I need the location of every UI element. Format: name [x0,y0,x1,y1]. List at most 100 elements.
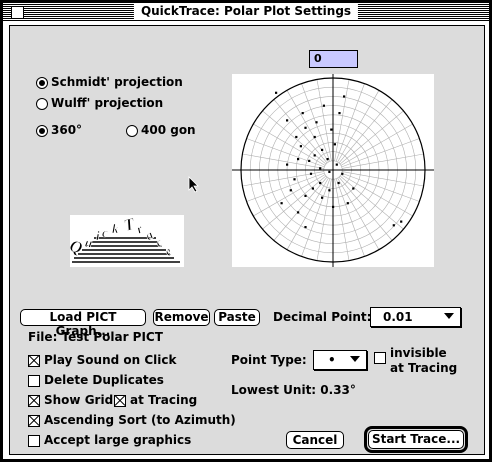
plot-point [286,119,289,122]
decimal-point-label: Decimal Point: [273,310,372,324]
radio-selected-icon [36,124,48,137]
point-type-popup[interactable]: • [313,350,367,370]
schmidt-projection-radio[interactable]: Schmidt' projection [36,75,183,89]
checkbox-unchecked-icon [28,374,40,387]
plot-point [304,194,307,197]
start-trace-button[interactable]: Start Trace... [368,430,464,449]
svg-text:u: u [84,235,94,251]
start-trace-default-ring[interactable]: Start Trace... [364,426,468,453]
paste-button[interactable]: Paste [214,309,260,326]
close-box[interactable] [11,6,24,19]
plot-point [392,224,395,227]
quicktrace-logo-graphic: Q u i c k T r a c e [67,214,180,263]
wulff-projection-radio[interactable]: Wulff' projection [36,96,163,110]
plot-point [335,163,338,166]
play-sound-checkbox[interactable]: Play Sound on Click [28,353,176,367]
title-bar[interactable]: QuickTrace: Polar Plot Settings [3,3,489,21]
dialog-window: QuickTrace: Polar Plot Settings Schmidt'… [2,2,490,460]
grid-radial-line [334,179,350,261]
plot-point [297,211,300,214]
checkbox-unchecked-icon [28,434,40,447]
plot-point [328,189,331,192]
plot-point [400,220,403,223]
plot-point [313,154,316,157]
polar-plot [232,74,434,267]
plot-point [309,172,313,175]
point-type-value: • [328,353,336,367]
rotation-value-field[interactable]: 0 [309,50,358,68]
plot-point [338,112,341,115]
remove-button[interactable]: Remove [153,309,210,326]
plot-point [321,196,324,199]
cancel-button[interactable]: Cancel [286,431,344,449]
lowest-unit-label: Lowest Unit: 0.33° [231,383,356,397]
show-grid-checkbox[interactable]: Show Grid [28,393,113,407]
window-title: QuickTrace: Polar Plot Settings [133,3,359,20]
plot-point [326,158,329,161]
plot-point [297,158,300,161]
invisible-label-line1: invisible [390,346,447,360]
grid-radial-line [316,79,332,161]
grid-radial-line [342,153,424,169]
radio-selected-icon [36,76,48,89]
checkbox-checked-icon [28,354,40,367]
plot-point [333,143,336,146]
plot-point [313,135,316,139]
deg-360-radio[interactable]: 360° [36,123,82,137]
checkbox-checked-icon [114,394,126,407]
plot-point [289,189,292,192]
dropdown-arrow-icon [350,356,360,362]
plot-point [295,135,298,139]
plot-point [308,159,311,162]
plot-point [280,202,283,205]
plot-point [330,128,333,131]
grid-radial-line [342,171,424,187]
plot-point [286,163,289,166]
decimal-point-value: 0.01 [383,310,413,324]
plot-point [319,181,322,185]
plot-point [319,167,322,170]
checkbox-checked-icon [28,394,40,407]
accept-large-graphics-checkbox[interactable]: Accept large graphics [28,433,191,447]
ascending-sort-checkbox[interactable]: Ascending Sort (to Azimuth) [28,413,236,427]
plot-point [341,172,344,175]
grid-at-tracing-checkbox[interactable]: at Tracing [114,393,197,407]
radio-unselected-icon [126,124,138,137]
gon-400-radio[interactable]: 400 gon [126,123,196,137]
svg-text:k: k [112,221,119,236]
arrow-cursor-icon [188,176,199,193]
plot-point [346,202,349,205]
plot-point [304,226,307,229]
plot-point [301,112,304,115]
grid-radial-line [334,79,350,161]
delete-duplicates-checkbox[interactable]: Delete Duplicates [28,373,164,387]
plot-point [328,170,331,173]
invisible-label-line2: at Tracing [390,361,458,375]
svg-text:e: e [161,244,176,259]
plot-point [343,95,346,98]
dialog-content: Schmidt' projection Wulff' projection 36… [9,25,485,455]
plot-point [299,145,302,148]
plot-point [332,205,335,208]
svg-text:i: i [96,228,100,243]
decimal-point-popup[interactable]: 0.01 [370,307,461,327]
checkbox-checked-icon [28,414,40,427]
load-pict-button[interactable]: Load PICT Graph... [20,309,146,338]
plot-point [352,187,355,190]
file-label: File: Test Polar PICT [28,330,163,344]
polar-plot-area [232,74,434,267]
svg-text:c: c [102,225,108,240]
dropdown-arrow-icon [444,313,454,319]
plot-point [315,121,318,124]
plot-point [293,178,296,181]
radio-unselected-icon [36,97,48,110]
grid-radial-line [242,153,324,169]
point-type-label: Point Type: [231,353,307,367]
plot-point [321,148,324,151]
quicktrace-logo: Q u i c k T r a c e [67,214,184,267]
checkbox-unchecked-icon [374,351,386,364]
plot-point [275,91,278,94]
invisible-at-tracing-checkbox[interactable] [374,350,390,364]
plot-point [311,187,314,190]
plot-point [304,126,307,129]
